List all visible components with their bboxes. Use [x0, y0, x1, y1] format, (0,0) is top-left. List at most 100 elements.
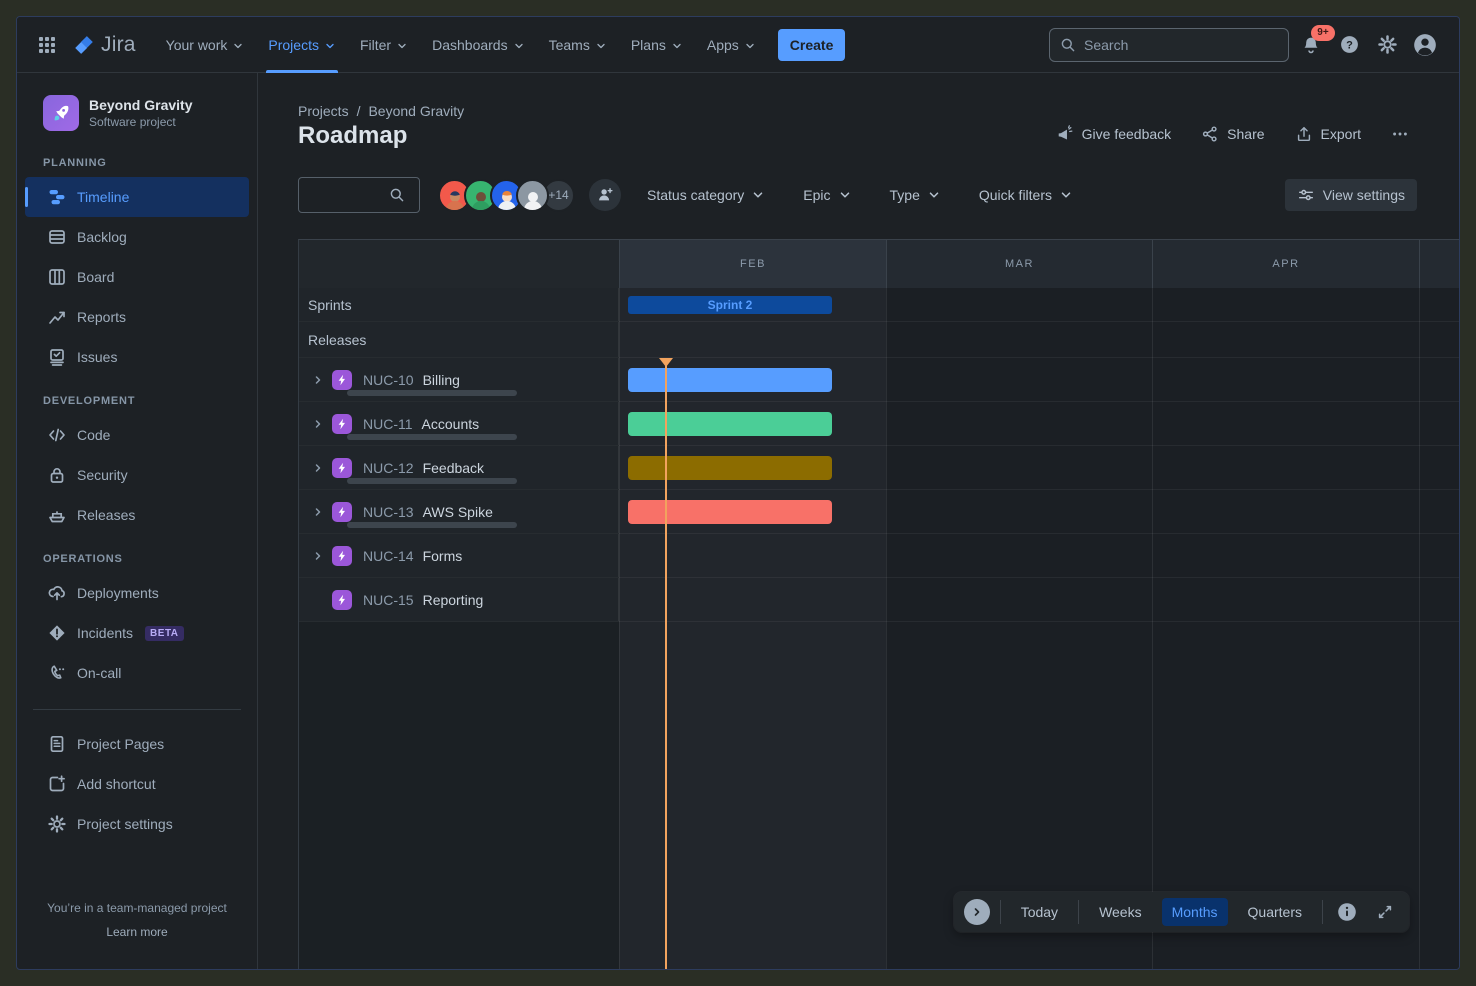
sidebar-item-releases[interactable]: Releases [25, 495, 249, 535]
give-feedback-button[interactable]: Give feedback [1056, 125, 1172, 143]
epic-row-nuc-15[interactable]: NUC-15 Reporting [299, 578, 1459, 622]
epic-row-nuc-14[interactable]: NUC-14 Forms [299, 534, 1459, 578]
gear-icon [47, 814, 67, 834]
page-title: Roadmap [298, 122, 407, 150]
expand-chevron-icon[interactable] [310, 462, 326, 474]
sidebar-item-incidents[interactable]: Incidents BETA [25, 613, 249, 653]
export-button[interactable]: Export [1295, 125, 1361, 143]
month-header-partial [1419, 240, 1459, 288]
export-icon [1295, 125, 1313, 143]
sidebar-item-board[interactable]: Board [25, 257, 249, 297]
user-avatar-icon [1412, 32, 1438, 58]
settings-button[interactable] [1371, 29, 1403, 61]
epic-name: Accounts [422, 416, 480, 432]
weeks-button[interactable]: Weeks [1089, 898, 1152, 926]
app-switcher-button[interactable] [31, 29, 63, 61]
expand-chevron-icon[interactable] [310, 506, 326, 518]
sidebar-item-add-shortcut[interactable]: Add shortcut [25, 764, 249, 804]
epic-key: NUC-12 [363, 460, 414, 476]
epic-icon [332, 502, 352, 522]
sidebar-footer: You’re in a team-managed project Learn m… [17, 901, 257, 939]
global-search-input[interactable] [1084, 37, 1278, 53]
timeline-info-button[interactable] [1333, 898, 1361, 926]
add-people-button[interactable] [589, 179, 621, 211]
expand-chevron-icon[interactable] [310, 550, 326, 562]
chevron-down-icon [838, 188, 852, 202]
type-dropdown[interactable]: Type [890, 187, 941, 203]
month-header-apr: APR [1152, 240, 1419, 288]
timeline-search[interactable] [298, 177, 420, 213]
epic-dropdown[interactable]: Epic [803, 187, 851, 203]
timeline-header: FEB MAR APR [299, 240, 1459, 288]
breadcrumb-projects[interactable]: Projects [298, 103, 349, 119]
today-button[interactable]: Today [1011, 898, 1068, 926]
global-search[interactable] [1049, 28, 1289, 62]
profile-button[interactable] [1409, 29, 1441, 61]
sidebar-item-code[interactable]: Code [25, 415, 249, 455]
more-actions-button[interactable] [1391, 125, 1409, 143]
epic-row-nuc-11[interactable]: NUC-11 Accounts [299, 402, 1459, 446]
nav-filter[interactable]: Filter [348, 17, 420, 73]
app-name: Jira [101, 33, 136, 57]
epic-key: NUC-11 [363, 416, 413, 432]
releases-label-cell: Releases [299, 322, 619, 357]
chevron-down-icon [513, 40, 525, 52]
names-column-header [299, 240, 619, 288]
fullscreen-button[interactable] [1371, 898, 1399, 926]
status-category-dropdown[interactable]: Status category [647, 187, 765, 203]
nav-teams[interactable]: Teams [537, 17, 619, 73]
learn-more-link[interactable]: Learn more [17, 925, 257, 939]
chevron-down-icon [751, 188, 765, 202]
nav-menu: Your work Projects Filter Dashboards Tea… [154, 17, 768, 73]
epic-timeline-bar[interactable] [628, 456, 832, 480]
timeline-zoom-toolbar: Today Weeks Months Quarters [954, 892, 1409, 932]
nav-apps[interactable]: Apps [695, 17, 768, 73]
epic-timeline-bar[interactable] [628, 412, 832, 436]
quarters-button[interactable]: Quarters [1238, 898, 1312, 926]
nav-your-work[interactable]: Your work [154, 17, 257, 73]
epic-name-cell: NUC-10 Billing [299, 358, 619, 401]
search-icon [1060, 37, 1076, 53]
expand-chevron-icon[interactable] [310, 374, 326, 386]
sidebar-item-security[interactable]: Security [25, 455, 249, 495]
view-settings-button[interactable]: View settings [1285, 179, 1417, 211]
epic-timeline-bar[interactable] [628, 368, 832, 392]
backlog-icon [47, 227, 67, 247]
epic-row-nuc-13[interactable]: NUC-13 AWS Spike [299, 490, 1459, 534]
nav-dashboards[interactable]: Dashboards [420, 17, 537, 73]
epic-row-nuc-12[interactable]: NUC-12 Feedback [299, 446, 1459, 490]
beta-badge: BETA [145, 626, 183, 641]
add-shortcut-icon [47, 774, 67, 794]
lock-icon [47, 465, 67, 485]
help-button[interactable]: ? [1333, 29, 1365, 61]
sidebar-item-deployments[interactable]: Deployments [25, 573, 249, 613]
sidebar-item-backlog[interactable]: Backlog [25, 217, 249, 257]
epic-timeline-bar[interactable] [628, 500, 832, 524]
share-button[interactable]: Share [1201, 125, 1264, 143]
sidebar-item-on-call[interactable]: On-call [25, 653, 249, 693]
quick-filters-dropdown[interactable]: Quick filters [979, 187, 1073, 203]
nav-projects[interactable]: Projects [256, 17, 348, 73]
collapse-panel-button[interactable] [964, 899, 990, 925]
epic-row-nuc-10[interactable]: NUC-10 Billing [299, 358, 1459, 402]
sidebar-item-project-pages[interactable]: Project Pages [25, 724, 249, 764]
notification-badge: 9+ [1311, 25, 1335, 41]
sidebar-item-reports[interactable]: Reports [25, 297, 249, 337]
breadcrumb: Projects / Beyond Gravity [298, 103, 464, 119]
nav-plans[interactable]: Plans [619, 17, 695, 73]
months-button[interactable]: Months [1162, 898, 1228, 926]
sidebar-item-project-settings[interactable]: Project settings [25, 804, 249, 844]
notifications-button[interactable]: 9+ [1295, 29, 1327, 61]
create-button[interactable]: Create [778, 29, 846, 61]
timeline-search-input[interactable] [309, 188, 389, 203]
jira-logo[interactable]: Jira [73, 33, 136, 57]
project-header[interactable]: Beyond Gravity Software project [17, 95, 257, 131]
breadcrumb-project-name[interactable]: Beyond Gravity [368, 103, 464, 119]
sidebar-item-timeline[interactable]: Timeline [25, 177, 249, 217]
expand-chevron-icon[interactable] [310, 418, 326, 430]
sidebar-item-issues[interactable]: Issues [25, 337, 249, 377]
avatar[interactable] [516, 179, 549, 212]
megaphone-icon [1056, 125, 1074, 143]
sprint-bar[interactable]: Sprint 2 [628, 296, 832, 314]
epic-name-cell: NUC-11 Accounts [299, 402, 619, 445]
